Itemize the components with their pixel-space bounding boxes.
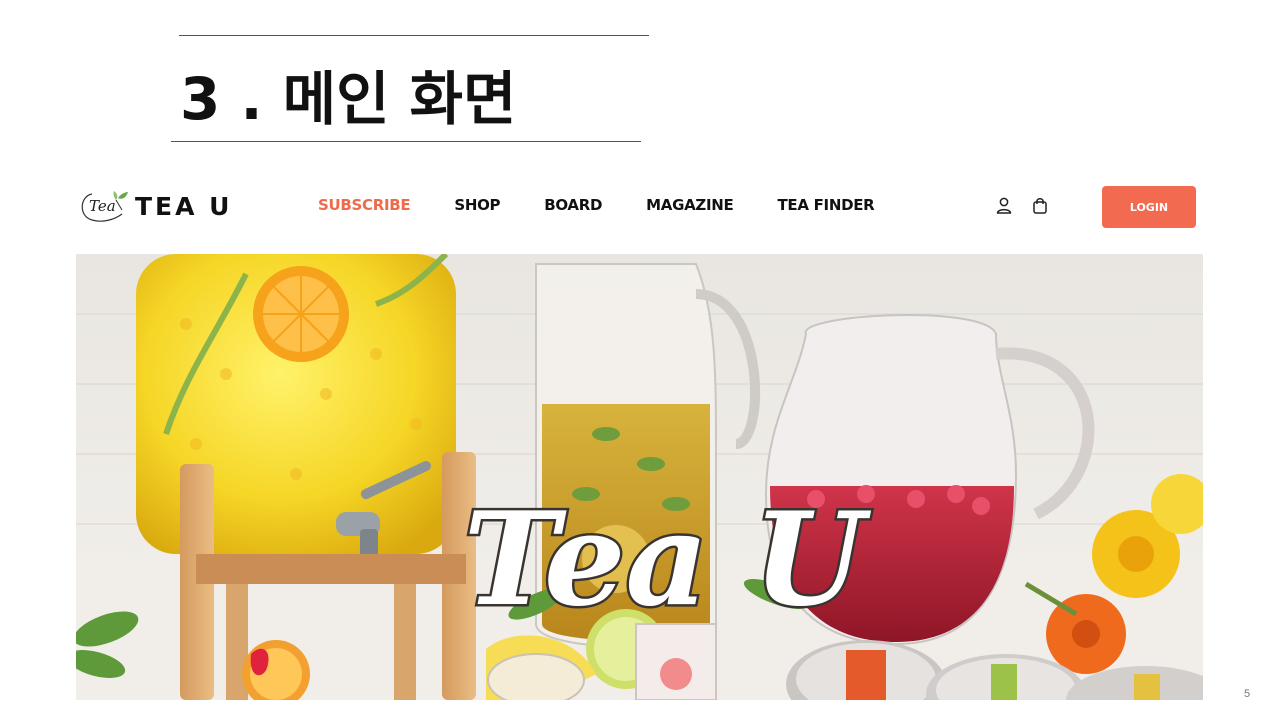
hero-tea-photo: Tea U [76, 254, 1203, 700]
hero-script-title: Tea U [463, 485, 872, 635]
nav-item-tea-finder[interactable]: TEA FINDER [777, 196, 874, 214]
tea-leaf-logo-icon: Tea [81, 191, 128, 222]
slide-title: 3 . 메인 화면 [180, 65, 517, 133]
main-nav: SUBSCRIBE SHOP BOARD MAGAZINE TEA FINDER [318, 196, 918, 214]
nav-item-board[interactable]: BOARD [544, 196, 602, 214]
nav-item-subscribe[interactable]: SUBSCRIBE [318, 196, 411, 214]
hero-banner: Tea U [76, 254, 1203, 700]
logo-wordmark: TEA U [135, 191, 233, 221]
shopping-bag-icon[interactable] [1030, 196, 1050, 216]
title-top-rule [179, 35, 649, 36]
page-number: 5 [1244, 688, 1251, 700]
site-logo[interactable]: Tea TEA U [78, 186, 232, 226]
logo-script-text: Tea [89, 197, 116, 215]
nav-item-shop[interactable]: SHOP [454, 196, 500, 214]
user-icon[interactable] [994, 196, 1014, 216]
site-header: Tea TEA U SUBSCRIBE SHOP BOARD MAGAZINE … [76, 178, 1203, 234]
title-bottom-rule [171, 141, 641, 142]
nav-item-magazine[interactable]: MAGAZINE [646, 196, 734, 214]
login-button[interactable]: LOGIN [1102, 186, 1196, 228]
